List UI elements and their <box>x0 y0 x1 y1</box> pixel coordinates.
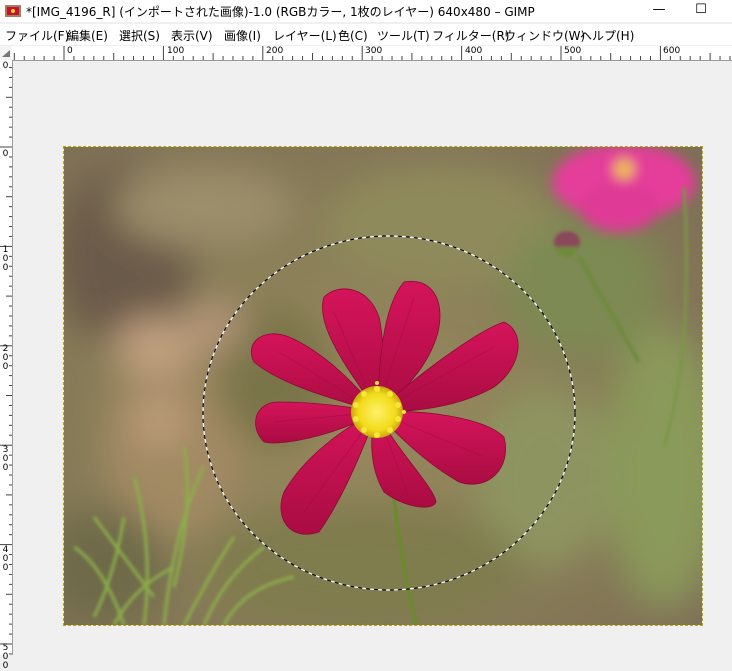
horizontal-ruler[interactable]: 0 100 200 300 400 500 600 <box>12 46 732 61</box>
quick-mask-icon <box>2 50 10 57</box>
title-bar: *[IMG_4196_R] (インポートされた画像)-1.0 (RGBカラー, … <box>0 0 732 22</box>
ruler-label: 500 <box>2 643 9 671</box>
window-title: *[IMG_4196_R] (インポートされた画像)-1.0 (RGBカラー, … <box>26 5 535 19</box>
gimp-app-icon[interactable] <box>5 3 21 17</box>
flower-photo <box>64 147 702 625</box>
minimize-button[interactable]: — <box>636 0 682 22</box>
ruler-label: 0 <box>67 46 73 56</box>
menu-layer[interactable]: レイヤー(L) <box>273 27 337 44</box>
menu-tools[interactable]: ツール(T) <box>377 27 430 44</box>
ruler-label: 200 <box>266 46 284 56</box>
ruler-label: 500 <box>564 46 582 56</box>
menu-filters[interactable]: フィルター(R) <box>432 27 509 44</box>
ruler-label: 600 <box>663 46 681 56</box>
ruler-label: 300 <box>2 445 9 473</box>
image-canvas[interactable] <box>63 146 703 626</box>
ruler-label: 0 <box>2 61 9 71</box>
maximize-icon: ☐ <box>695 2 707 17</box>
menu-select[interactable]: 選択(S) <box>119 27 160 44</box>
menu-colors[interactable]: 色(C) <box>338 27 368 44</box>
menu-file[interactable]: ファイル(F) <box>5 27 69 44</box>
minimize-icon: — <box>652 2 666 17</box>
menu-image[interactable]: 画像(I) <box>224 27 261 44</box>
ruler-label: 0 <box>2 149 9 159</box>
ruler-label: 400 <box>2 545 9 573</box>
ruler-label: 300 <box>365 46 383 56</box>
menu-help[interactable]: ヘルプ(H) <box>580 27 634 44</box>
menu-edit[interactable]: 編集(E) <box>67 27 108 44</box>
vertical-ruler[interactable]: 0 0 100 200 300 400 500 <box>0 60 13 671</box>
flower-center <box>351 386 403 438</box>
ruler-label: 100 <box>167 46 185 56</box>
ruler-label: 400 <box>465 46 483 56</box>
maximize-button[interactable]: ☐ <box>678 0 724 22</box>
menu-bar: ファイル(F) 編集(E) 選択(S) 表示(V) 画像(I) レイヤー(L) … <box>0 24 732 45</box>
ruler-label: 200 <box>2 344 9 372</box>
menu-view[interactable]: 表示(V) <box>171 27 213 44</box>
menu-windows[interactable]: ウィンドウ(W) <box>504 27 585 44</box>
ruler-label: 100 <box>2 245 9 273</box>
